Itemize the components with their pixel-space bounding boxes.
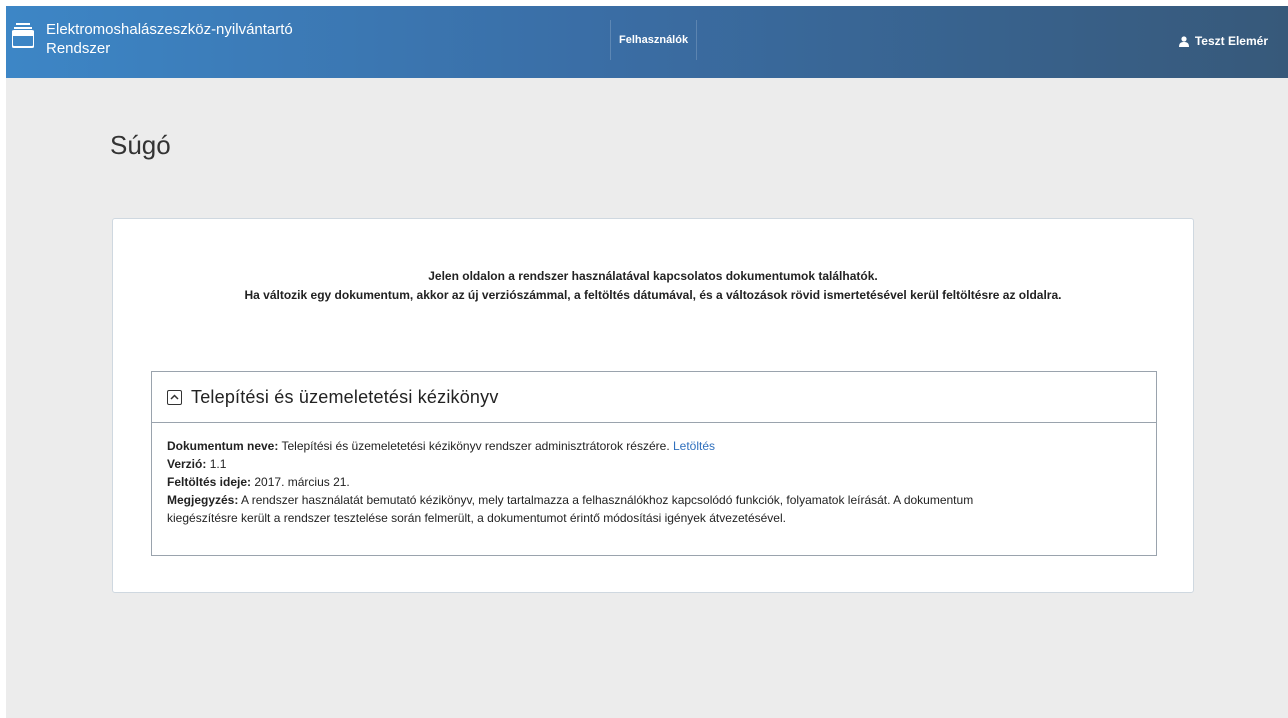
document-details: Dokumentum neve: Telepítési és üzemelete… (152, 423, 1156, 527)
document-title: Telepítési és üzemeletetési kézikönyv (191, 386, 499, 407)
version-label: Verzió: (167, 457, 207, 471)
upload-date-row: Feltöltés ideje: 2017. március 21. (167, 473, 1141, 491)
intro-line2: Ha változik egy dokumentum, akkor az új … (244, 288, 1062, 302)
page-title: Súgó (110, 130, 171, 160)
archive-box-icon (12, 23, 34, 48)
note-row: Megjegyzés: A rendszer használatát bemut… (167, 491, 1141, 527)
intro-line1: Jelen oldalon a rendszer használatával k… (428, 269, 878, 283)
note-label: Megjegyzés: (167, 493, 239, 507)
download-link[interactable]: Letöltés (673, 439, 715, 453)
app-title-line1: Elektromoshalászeszköz-nyilvántartó (46, 21, 293, 38)
document-panel: Telepítési és üzemeletetési kézikönyv Do… (151, 371, 1157, 556)
help-card: Jelen oldalon a rendszer használatával k… (112, 218, 1194, 593)
version-value: 1.1 (209, 457, 227, 471)
note-value-line2: kiegészítésre került a rendszer tesztelé… (167, 511, 786, 525)
user-icon (1178, 35, 1189, 47)
top-navbar: Elektromoshalászeszköz-nyilvántartó Rend… (6, 6, 1288, 78)
user-name: Teszt Elemér (1194, 34, 1268, 48)
document-name-value: Telepítési és üzemeletetési kézikönyv re… (281, 439, 670, 453)
document-name-row: Dokumentum neve: Telepítési és üzemelete… (167, 437, 1141, 455)
chevron-up-icon[interactable] (167, 389, 182, 405)
document-panel-header[interactable]: Telepítési és üzemeletetési kézikönyv (152, 372, 1156, 423)
brand-home-link[interactable]: Elektromoshalászeszköz-nyilvántartó Rend… (12, 20, 293, 58)
version-row: Verzió: 1.1 (167, 455, 1141, 473)
app-title-line2: Rendszer (46, 40, 111, 57)
note-value-line1: A rendszer használatát bemutató kéziköny… (241, 493, 974, 507)
app-title: Elektromoshalászeszköz-nyilvántartó Rend… (46, 20, 293, 58)
nav-users[interactable]: Felhasználók (610, 20, 698, 60)
intro-text: Jelen oldalon a rendszer használatával k… (113, 267, 1193, 305)
document-name-label: Dokumentum neve: (167, 439, 279, 453)
upload-date-value: 2017. március 21. (254, 475, 350, 489)
upload-date-label: Feltöltés ideje: (167, 475, 252, 489)
app-viewport: Elektromoshalászeszköz-nyilvántartó Rend… (6, 6, 1288, 718)
user-menu[interactable]: Teszt Elemér (1178, 34, 1268, 48)
